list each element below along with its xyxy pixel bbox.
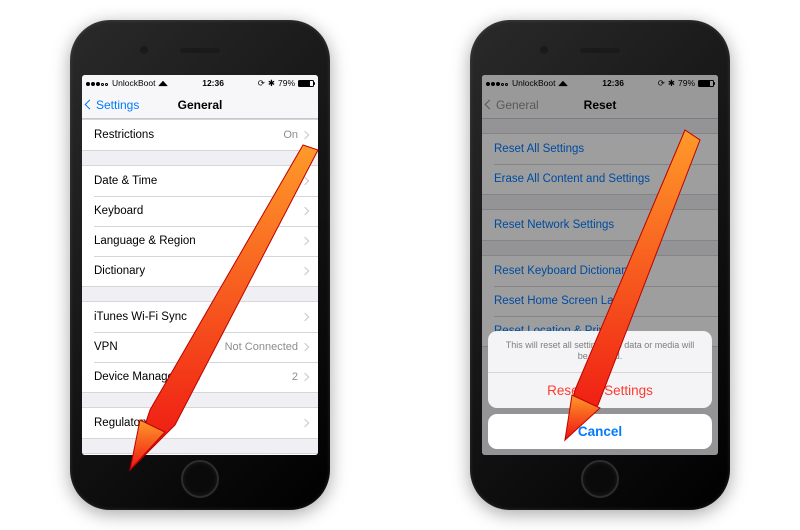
nav-bar: Settings General: [82, 91, 318, 119]
chevron-right-icon: [301, 131, 309, 139]
home-button[interactable]: [181, 460, 219, 498]
row-itunes-wifi-sync[interactable]: iTunes Wi-Fi Sync: [82, 302, 318, 332]
action-sheet-reset-button[interactable]: Reset All Settings: [488, 373, 712, 408]
wifi-icon: [158, 80, 168, 86]
chevron-right-icon: [301, 373, 309, 381]
signal-dots-icon: [86, 78, 109, 88]
screen-reset: UnlockBoot 12:36 ⟳ ✱ 79% General Reset: [482, 75, 718, 455]
battery-pct: 79%: [278, 78, 295, 88]
orientation-lock-icon: ⟳: [258, 78, 265, 89]
row-reset[interactable]: Reset: [82, 454, 318, 455]
row-dictionary[interactable]: Dictionary: [82, 256, 318, 286]
action-sheet-cancel-button[interactable]: Cancel: [488, 414, 712, 449]
row-vpn[interactable]: VPNNot Connected: [82, 332, 318, 362]
row-language-region[interactable]: Language & Region: [82, 226, 318, 256]
home-button[interactable]: [581, 460, 619, 498]
chevron-right-icon: [301, 177, 309, 185]
row-device-management[interactable]: Device Management2: [82, 362, 318, 392]
clock-label: 12:36: [168, 78, 257, 88]
back-button[interactable]: Settings: [86, 98, 139, 112]
chevron-right-icon: [301, 207, 309, 215]
action-sheet: This will reset all settings. No data or…: [488, 331, 712, 449]
row-restrictions[interactable]: Restrictions On: [82, 120, 318, 150]
settings-list[interactable]: Restrictions On Date & Time Keyboard Lan…: [82, 119, 318, 455]
phone-right: UnlockBoot 12:36 ⟳ ✱ 79% General Reset: [470, 20, 730, 510]
row-keyboard[interactable]: Keyboard: [82, 196, 318, 226]
phone-left: UnlockBoot 12:36 ⟳ ✱ 79% Settings Genera…: [70, 20, 330, 510]
back-label: Settings: [96, 98, 139, 112]
chevron-right-icon: [301, 237, 309, 245]
chevron-left-icon: [85, 100, 95, 110]
chevron-right-icon: [301, 267, 309, 275]
row-regulatory[interactable]: Regulatory: [82, 408, 318, 438]
chevron-right-icon: [301, 419, 309, 427]
carrier-label: UnlockBoot: [112, 78, 155, 88]
battery-icon: [298, 80, 314, 87]
row-date-time[interactable]: Date & Time: [82, 166, 318, 196]
chevron-right-icon: [301, 313, 309, 321]
bluetooth-icon: ✱: [268, 78, 275, 89]
screen-general: UnlockBoot 12:36 ⟳ ✱ 79% Settings Genera…: [82, 75, 318, 455]
status-bar: UnlockBoot 12:36 ⟳ ✱ 79%: [82, 75, 318, 91]
action-sheet-message: This will reset all settings. No data or…: [488, 331, 712, 373]
chevron-right-icon: [301, 343, 309, 351]
